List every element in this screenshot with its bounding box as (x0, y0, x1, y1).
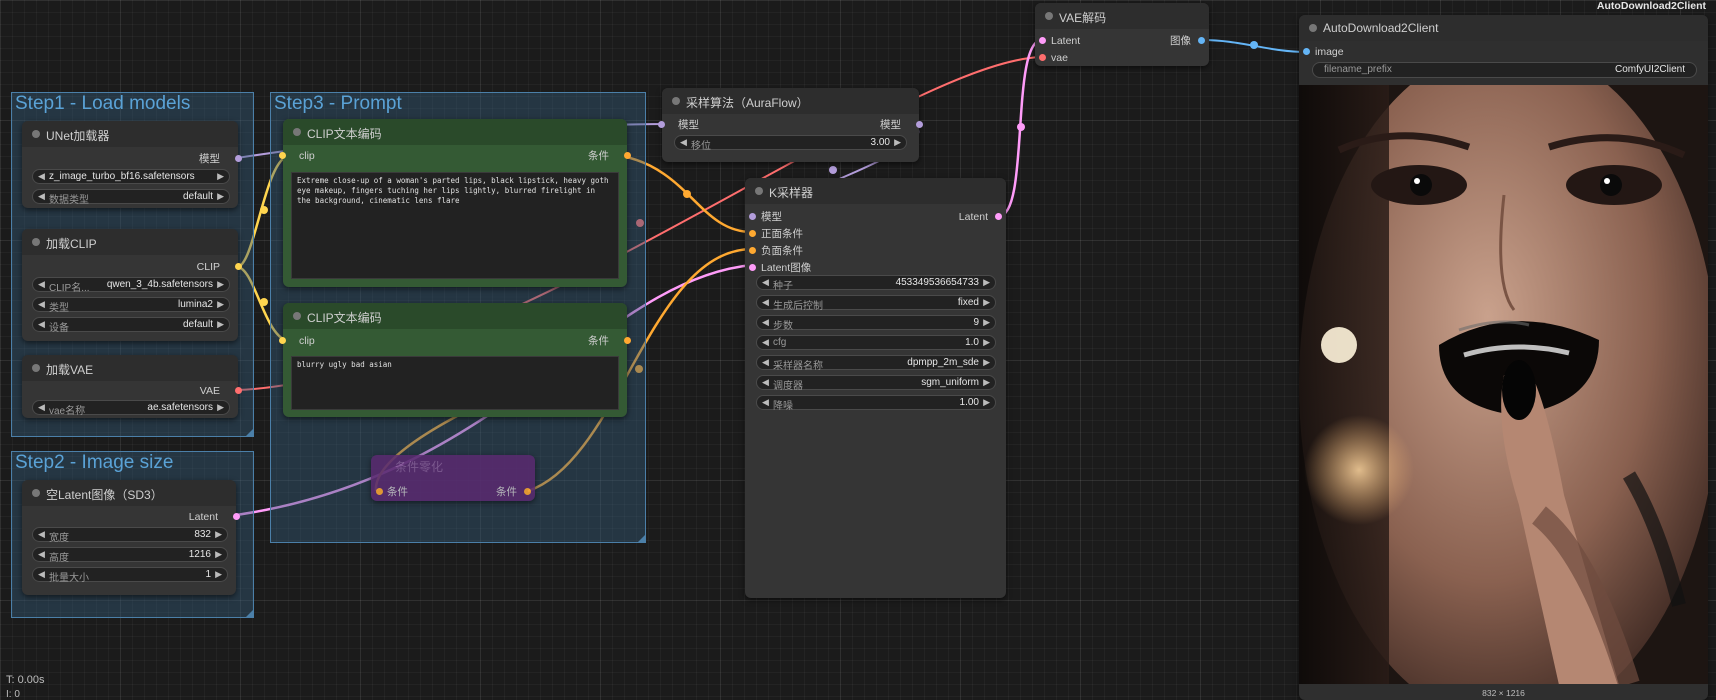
input-pin-clip[interactable] (279, 152, 286, 159)
widget-denoise[interactable]: ◀ 降噪 1.00 ▶ (756, 395, 996, 412)
node-title: K采样器 (769, 186, 814, 200)
widget-scheduler[interactable]: ◀ 调度器 sgm_uniform ▶ (756, 375, 996, 392)
output-label-vae: VAE (199, 385, 220, 397)
input-label-positive: 正面条件 (761, 228, 803, 240)
node-empty-latent[interactable]: 空Latent图像（SD3） Latent ◀ 宽度 832 ▶ ◀ 高度 1216 ▶ ◀… (22, 480, 240, 595)
node-title: 采样算法（AuraFlow） (686, 96, 809, 110)
output-pin-clip[interactable] (235, 263, 242, 270)
input-pin-positive[interactable] (749, 230, 756, 237)
output-pin-model[interactable] (235, 155, 242, 162)
node-title: CLIP文本编码 (307, 127, 382, 141)
widget-seed[interactable]: ◀ 种子 453349536654733 ▶ (756, 275, 996, 292)
node-clip-text-positive[interactable]: CLIP文本编码 clip 条件 Extreme close-up of a w… (279, 119, 631, 287)
input-label-conditioning: 条件 (387, 486, 408, 498)
input-pin-negative[interactable] (749, 247, 756, 254)
status-time: T: 0.00s (6, 674, 45, 686)
image-size-label: 832 × 1216 (1482, 688, 1525, 698)
node-title: 加载VAE (46, 363, 94, 377)
widget-clip-name[interactable]: ◀ CLIP名... qwen_3_4b.safetensors ▶ (32, 277, 230, 294)
node-title: 加载CLIP (46, 237, 97, 251)
output-label-conditioning: 条件 (496, 486, 517, 498)
widget-shift[interactable]: ◀ 移位 3.00 ▶ (674, 135, 907, 152)
portrait-illustration (1299, 85, 1708, 684)
node-vae-decode[interactable]: VAE解码 Latent vae 图像 (1035, 3, 1209, 66)
output-pin-latent[interactable] (995, 213, 1002, 220)
input-pin-model[interactable] (658, 121, 665, 128)
widget-unet-name[interactable]: ◀ z_image_turbo_bf16.safetensors ▶ (32, 169, 230, 184)
widget-sampler-name[interactable]: ◀ 采样器名称 dpmpp_2m_sde ▶ (756, 355, 996, 372)
widget-cfg[interactable]: ◀ cfg 1.0 ▶ (756, 335, 996, 350)
widget-control-after-generate[interactable]: ◀ 生成后控制 fixed ▶ (756, 295, 996, 312)
status-index: I: 0 (6, 689, 20, 700)
arrow-right-icon: ▶ (217, 171, 224, 181)
node-title: CLIP文本编码 (307, 311, 382, 325)
group-step3-title: Step3 - Prompt (274, 93, 402, 114)
node-title: AutoDownload2Client (1323, 21, 1439, 35)
input-pin-conditioning[interactable] (376, 488, 383, 495)
output-label-latent: Latent (958, 211, 988, 223)
group-step2-title: Step2 - Image size (15, 452, 174, 473)
node-unet-loader[interactable]: UNet加载器 模型 ◀ z_image_turbo_bf16.safetens… (22, 121, 242, 208)
output-label-image: 图像 (1170, 35, 1191, 47)
node-conditioning-zero-out[interactable]: 条件零化 条件 条件 (371, 455, 535, 501)
node-title: VAE解码 (1059, 11, 1107, 25)
prompt-textarea-negative[interactable]: blurry ugly bad asian (291, 356, 619, 410)
input-label-vae: vae (1051, 52, 1068, 64)
node-vae-loader[interactable]: 加载VAE VAE ◀ vae名称 ae.safetensors ▶ (22, 355, 242, 418)
widget-unet-dtype[interactable]: ◀ 数据类型 default ▶ (32, 189, 230, 206)
output-pin-conditioning[interactable] (624, 337, 631, 344)
output-label-model: 模型 (199, 153, 220, 165)
node-clip-loader[interactable]: 加载CLIP CLIP ◀ CLIP名... qwen_3_4b.safetenso… (22, 229, 242, 341)
input-label-model: 模型 (761, 211, 782, 223)
input-label-latent: Latent (1051, 35, 1081, 47)
widget-steps[interactable]: ◀ 步数 9 ▶ (756, 315, 996, 332)
node-title: 空Latent图像（SD3） (46, 488, 163, 502)
node-title: 条件零化 (395, 460, 444, 474)
output-pin-latent[interactable] (233, 513, 240, 520)
output-pin-conditioning[interactable] (524, 488, 531, 495)
output-label-conditioning: 条件 (588, 150, 609, 162)
input-pin-latent[interactable] (749, 264, 756, 271)
node-title: UNet加载器 (46, 129, 110, 143)
widget-filename-prefix[interactable]: filename_prefix ComfyUI2Client (1312, 62, 1697, 78)
widget-width[interactable]: ◀ 宽度 832 ▶ (32, 527, 228, 544)
output-label-latent: Latent (188, 511, 218, 523)
prompt-textarea-positive[interactable]: Extreme close-up of a woman's parted lip… (291, 172, 619, 279)
collapse-dot-icon[interactable] (32, 130, 40, 138)
widget-batch-size[interactable]: ◀ 批量大小 1 ▶ (32, 567, 228, 584)
node-ksampler[interactable]: K采样器 模型 正面条件 负面条件 Latent图像 Latent ◀ 种子 453… (745, 178, 1006, 598)
widget-height[interactable]: ◀ 高度 1216 ▶ (32, 547, 228, 564)
input-pin-image[interactable] (1303, 48, 1310, 55)
input-pin-latent[interactable] (1039, 37, 1046, 44)
arrow-left-icon: ◀ (38, 171, 45, 181)
output-label-conditioning: 条件 (588, 335, 609, 347)
node-clip-text-negative[interactable]: CLIP文本编码 clip 条件 blurry ugly bad asian (279, 303, 631, 417)
input-label-latent: Latent图像 (761, 262, 812, 274)
widget-clip-device[interactable]: ◀ 设备 default ▶ (32, 317, 230, 334)
input-label-clip: clip (299, 150, 315, 162)
output-preview-image[interactable] (1299, 85, 1708, 684)
widget-vae-name[interactable]: ◀ vae名称 ae.safetensors ▶ (32, 400, 230, 417)
input-label-clip: clip (299, 335, 315, 347)
input-label-negative: 负面条件 (761, 245, 803, 257)
input-pin-model[interactable] (749, 213, 756, 220)
group-step1-title: Step1 - Load models (15, 93, 191, 114)
node-autodownload2client[interactable]: AutoDownload2Client image filename_prefi… (1299, 15, 1708, 700)
input-label-model: 模型 (678, 119, 699, 131)
window-top-right-label: AutoDownload2Client (1596, 0, 1706, 12)
output-pin-model[interactable] (916, 121, 923, 128)
output-pin-vae[interactable] (235, 387, 242, 394)
node-auraflow-sampling[interactable]: 采样算法（AuraFlow） 模型 模型 ◀ 移位 3.00 ▶ (658, 88, 923, 162)
input-label-image: image (1315, 46, 1344, 58)
output-pin-image[interactable] (1198, 37, 1205, 44)
widget-clip-type[interactable]: ◀ 类型 lumina2 ▶ (32, 297, 230, 314)
output-label-clip: CLIP (196, 261, 220, 273)
input-pin-clip[interactable] (279, 337, 286, 344)
output-label-model: 模型 (880, 119, 901, 131)
output-pin-conditioning[interactable] (624, 152, 631, 159)
input-pin-vae[interactable] (1039, 54, 1046, 61)
